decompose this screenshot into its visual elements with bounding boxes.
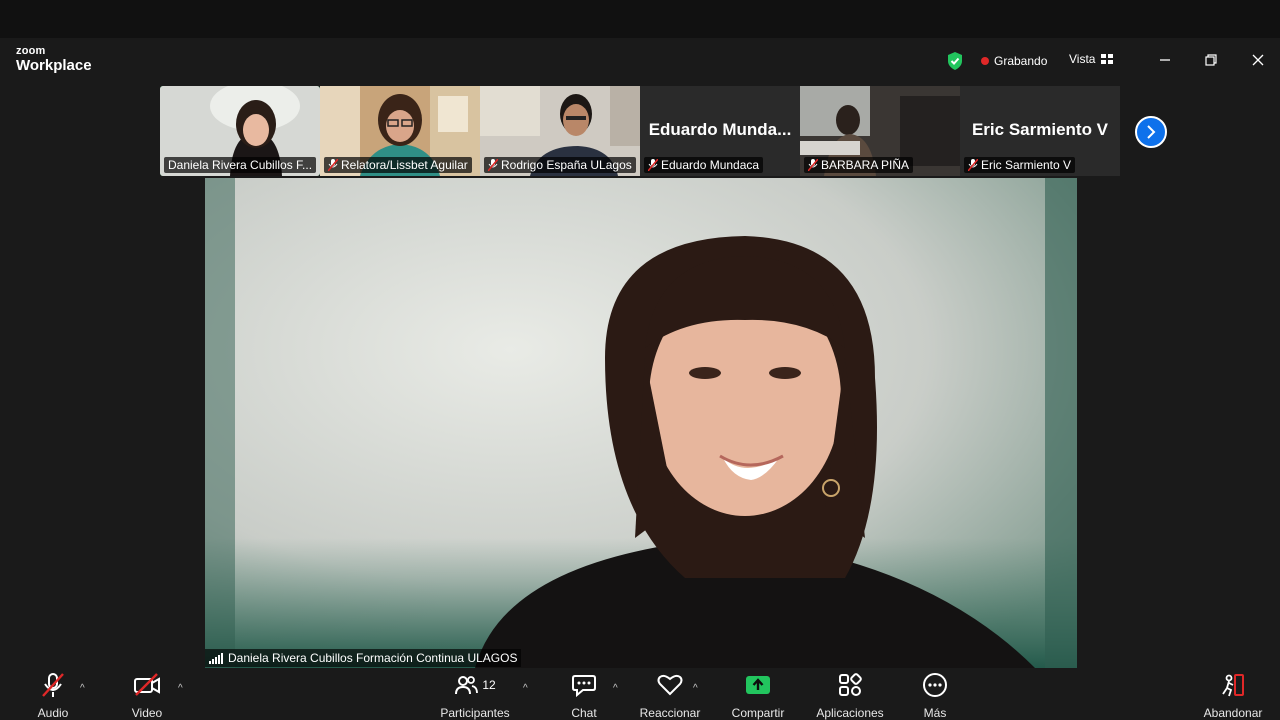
recording-dot-icon bbox=[981, 57, 989, 65]
more-button[interactable]: Más bbox=[917, 669, 953, 720]
participant-name: Eric Sarmiento V bbox=[981, 158, 1072, 172]
window-top-area bbox=[0, 0, 1280, 38]
participant-tile-eric[interactable]: Eric Sarmiento V Eric Sarmiento V bbox=[960, 86, 1120, 176]
share-screen-button[interactable]: Compartir bbox=[728, 669, 788, 720]
participant-tile-barbara[interactable]: BARBARA PIÑA bbox=[800, 86, 960, 176]
leave-meeting-button[interactable]: Abandonar bbox=[1200, 669, 1266, 720]
zoom-logo: zoom Workplace bbox=[16, 45, 92, 74]
participant-name-tag: Rodrigo España ULagos bbox=[484, 157, 636, 173]
heart-icon bbox=[657, 674, 683, 695]
chat-options-caret-icon[interactable]: ^ bbox=[613, 683, 618, 694]
grid-view-icon bbox=[1101, 54, 1114, 64]
mic-muted-icon bbox=[808, 159, 818, 171]
participants-button[interactable]: 12 Participantes bbox=[437, 669, 513, 720]
brand-small: zoom bbox=[16, 45, 46, 57]
video-button[interactable]: Video bbox=[124, 669, 170, 720]
react-label: Reaccionar bbox=[639, 706, 701, 720]
participants-options-caret-icon[interactable]: ^ bbox=[523, 683, 528, 694]
mic-muted-icon bbox=[488, 159, 498, 171]
mic-muted-icon bbox=[648, 159, 658, 171]
apps-button[interactable]: Aplicaciones bbox=[814, 669, 886, 720]
mic-muted-icon bbox=[42, 672, 64, 697]
mic-muted-icon bbox=[968, 159, 978, 171]
audio-button[interactable]: Audio bbox=[30, 669, 76, 720]
recording-label: Grabando bbox=[994, 54, 1048, 68]
recording-indicator[interactable]: Grabando bbox=[981, 54, 1047, 68]
speaker-video-frame bbox=[205, 178, 1077, 668]
chevron-right-icon bbox=[1147, 125, 1156, 139]
participant-tile-eduardo[interactable]: Eduardo Munda... Eduardo Mundaca bbox=[640, 86, 800, 176]
react-button[interactable]: Reaccionar bbox=[638, 669, 702, 720]
participant-big-name: Eric Sarmiento V bbox=[971, 120, 1109, 139]
view-label: Vista bbox=[1069, 52, 1096, 66]
participant-tile-rodrigo[interactable]: Rodrigo España ULagos bbox=[480, 86, 640, 176]
active-speaker-name: Daniela Rivera Cubillos Formación Contin… bbox=[228, 651, 518, 665]
brand-big: Workplace bbox=[16, 57, 92, 74]
minimize-button[interactable] bbox=[1155, 50, 1175, 70]
participant-name-tag: Eric Sarmiento V bbox=[964, 157, 1076, 173]
view-button[interactable]: Vista bbox=[1069, 52, 1114, 66]
share-label: Compartir bbox=[731, 706, 785, 720]
audio-label: Audio bbox=[37, 706, 69, 720]
participant-name: Daniela Rivera Cubillos F... bbox=[168, 158, 313, 172]
participants-label: Participantes bbox=[440, 706, 510, 720]
restore-button[interactable] bbox=[1201, 50, 1221, 70]
more-label: Más bbox=[923, 706, 947, 720]
participant-name: Eduardo Mundaca bbox=[661, 158, 760, 172]
chat-label: Chat bbox=[571, 706, 597, 720]
video-off-icon bbox=[134, 672, 160, 696]
video-label: Video bbox=[131, 706, 163, 720]
participant-name-tag: BARBARA PIÑA bbox=[804, 157, 914, 173]
react-options-caret-icon[interactable]: ^ bbox=[693, 683, 698, 694]
more-icon bbox=[923, 672, 947, 697]
participant-name-tag: Relatora/Lissbet Aguilar bbox=[324, 157, 472, 173]
participant-name: Rodrigo España ULagos bbox=[501, 158, 632, 172]
participant-name: BARBARA PIÑA bbox=[821, 158, 910, 172]
apps-icon bbox=[839, 672, 862, 696]
chat-button[interactable]: Chat bbox=[566, 669, 602, 720]
leave-icon bbox=[1222, 673, 1244, 696]
minimize-icon bbox=[1160, 59, 1170, 61]
restore-icon bbox=[1205, 54, 1217, 66]
audio-options-caret-icon[interactable]: ^ bbox=[80, 683, 85, 694]
meeting-controls: Audio ^ Video ^ 12 Participantes ^ Chat … bbox=[0, 669, 1280, 720]
leave-label: Abandonar bbox=[1203, 706, 1263, 720]
title-bar: zoom Workplace Grabando Vista bbox=[0, 38, 1280, 84]
participant-big-name: Eduardo Munda... bbox=[648, 120, 792, 139]
participant-tile-daniela[interactable]: Daniela Rivera Cubillos F... bbox=[160, 86, 320, 176]
video-options-caret-icon[interactable]: ^ bbox=[178, 683, 183, 694]
participant-strip: Daniela Rivera Cubillos F... Relatora/Li… bbox=[160, 86, 1120, 176]
participant-name-tag: Daniela Rivera Cubillos F... bbox=[164, 157, 316, 173]
chat-icon bbox=[572, 674, 596, 697]
participants-count: 12 bbox=[482, 677, 496, 692]
participant-tile-lissbet[interactable]: Relatora/Lissbet Aguilar bbox=[320, 86, 480, 176]
encryption-shield-icon[interactable] bbox=[946, 51, 964, 71]
participant-name: Relatora/Lissbet Aguilar bbox=[341, 158, 468, 172]
participant-name-tag: Eduardo Mundaca bbox=[644, 157, 764, 173]
active-speaker-video bbox=[205, 178, 1077, 668]
mic-muted-icon bbox=[328, 159, 338, 171]
active-speaker-name-tag: Daniela Rivera Cubillos Formación Contin… bbox=[205, 649, 522, 667]
share-screen-icon bbox=[746, 675, 770, 694]
apps-label: Aplicaciones bbox=[816, 706, 884, 720]
close-button[interactable] bbox=[1248, 50, 1268, 70]
signal-strength-icon bbox=[209, 652, 223, 664]
next-page-button[interactable] bbox=[1135, 116, 1167, 148]
participants-icon bbox=[455, 675, 479, 694]
close-icon bbox=[1252, 54, 1264, 66]
